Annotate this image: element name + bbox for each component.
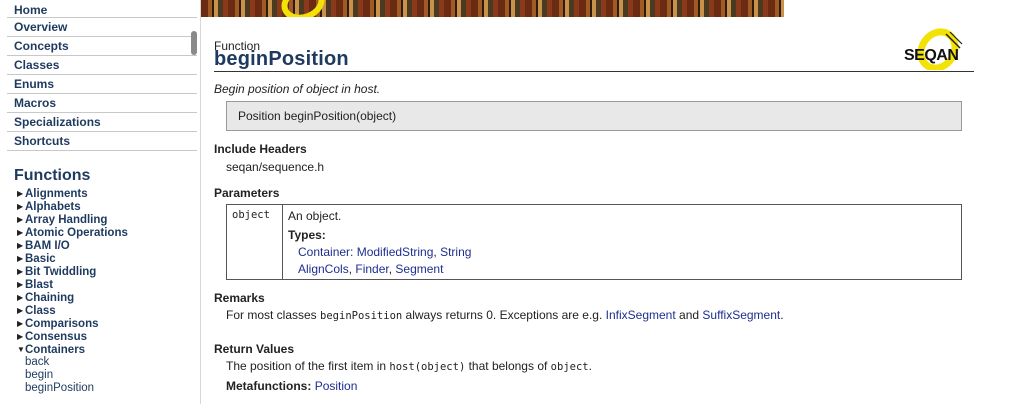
caret-right-icon: ▶ [17,202,24,211]
category-item[interactable]: ▶ Chaining [17,291,200,304]
category-item[interactable]: ▶ Atomic Operations [17,226,200,239]
types-separator: : [350,245,357,259]
sidebar-scrollbar-thumb[interactable] [191,31,197,55]
sub-item-beginposition[interactable]: beginPosition [25,382,200,395]
type-link-string[interactable]: String [440,245,471,259]
category-list: ▶ Alignments ▶ Alphabets ▶ Array Handling ▶… [17,187,200,356]
link-infixsegment[interactable]: InfixSegment [606,308,676,322]
include-header-value: seqan/sequence.h [226,160,325,174]
sidebar-nav: Home Overview Concepts Classes Enums Mac… [7,0,197,151]
caret-right-icon: ▶ [17,293,24,302]
caret-right-icon: ▶ [17,254,24,263]
nav-enums[interactable]: Enums [7,75,197,94]
banner-logo-icon [276,0,330,17]
containers-sublist: back begin beginPosition [25,356,200,395]
caret-down-icon: ▼ [17,345,25,354]
type-link-container[interactable]: Container [298,245,350,259]
function-signature: Position beginPosition(object) [226,101,962,131]
sub-item-begin[interactable]: begin [25,369,200,382]
category-item[interactable]: ▶ Class [17,304,200,317]
caret-right-icon: ▶ [17,319,24,328]
link-position[interactable]: Position [315,379,358,393]
metafunctions-label: Metafunctions: [226,379,312,393]
seqan-logo[interactable]: SEQAN [900,28,972,70]
include-headers-heading: Include Headers [214,142,307,156]
nav-macros[interactable]: Macros [7,94,197,113]
page-title: beginPosition [214,48,349,70]
return-values-text: The position of the first item in host(o… [226,359,592,373]
caret-right-icon: ▶ [17,241,24,250]
caret-right-icon: ▶ [17,280,24,289]
category-item[interactable]: ▶ Alphabets [17,200,200,213]
remarks-text: For most classes beginPosition always re… [226,308,784,322]
parameters-table: object An object. Types: Container: Modi… [226,204,962,280]
category-item[interactable]: ▶ Consensus [17,330,200,343]
category-item[interactable]: ▶ Blast [17,278,200,291]
functions-section-title: Functions [14,167,91,184]
seqan-logo-text: SEQAN [904,47,958,64]
link-suffixsegment[interactable]: SuffixSegment [702,308,780,322]
return-code-object: object [550,361,589,373]
type-link-aligncols[interactable]: AlignCols [298,262,349,276]
parameters-heading: Parameters [214,186,280,200]
category-item[interactable]: ▶ Basic [17,252,200,265]
remarks-heading: Remarks [214,291,265,305]
nav-specializations[interactable]: Specializations [7,113,197,132]
param-types-line: Container: ModifiedString, String [298,245,471,259]
type-link-segment[interactable]: Segment [395,262,443,276]
category-item[interactable]: ▶ Comparisons [17,317,200,330]
nav-overview[interactable]: Overview [7,18,197,37]
param-description: An object. [288,209,342,223]
header-banner-image [201,0,784,17]
caret-right-icon: ▶ [17,189,24,198]
nav-classes[interactable]: Classes [7,56,197,75]
remarks-code: beginPosition [320,310,403,322]
nav-shortcuts[interactable]: Shortcuts [7,132,197,151]
param-name: object [232,209,270,221]
caret-right-icon: ▶ [17,332,24,341]
title-divider [214,71,974,72]
category-item[interactable]: ▶ Bit Twiddling [17,265,200,278]
category-item[interactable]: ▶ BAM I/O [17,239,200,252]
param-types-line: AlignCols, Finder, Segment [298,262,443,276]
function-summary: Begin position of object in host. [214,82,381,96]
nav-home[interactable]: Home [7,0,197,18]
param-name-cell: object [227,205,283,279]
caret-right-icon: ▶ [17,228,24,237]
param-types-label: Types: [288,228,326,242]
category-item-expanded[interactable]: ▼Containers [17,343,200,356]
return-code-host: host(object) [389,361,466,373]
return-values-heading: Return Values [214,342,295,356]
caret-right-icon: ▶ [17,267,24,276]
caret-right-icon: ▶ [17,306,24,315]
category-item[interactable]: ▶ Alignments [17,187,200,200]
type-link-finder[interactable]: Finder [355,262,388,276]
metafunctions-line: Metafunctions: Position [226,379,357,393]
sidebar: Home Overview Concepts Classes Enums Mac… [0,0,201,404]
nav-concepts[interactable]: Concepts [7,37,197,56]
type-link-modifiedstring[interactable]: ModifiedString [357,245,434,259]
caret-right-icon: ▶ [17,215,24,224]
category-item[interactable]: ▶ Array Handling [17,213,200,226]
sub-item-back[interactable]: back [25,356,200,369]
